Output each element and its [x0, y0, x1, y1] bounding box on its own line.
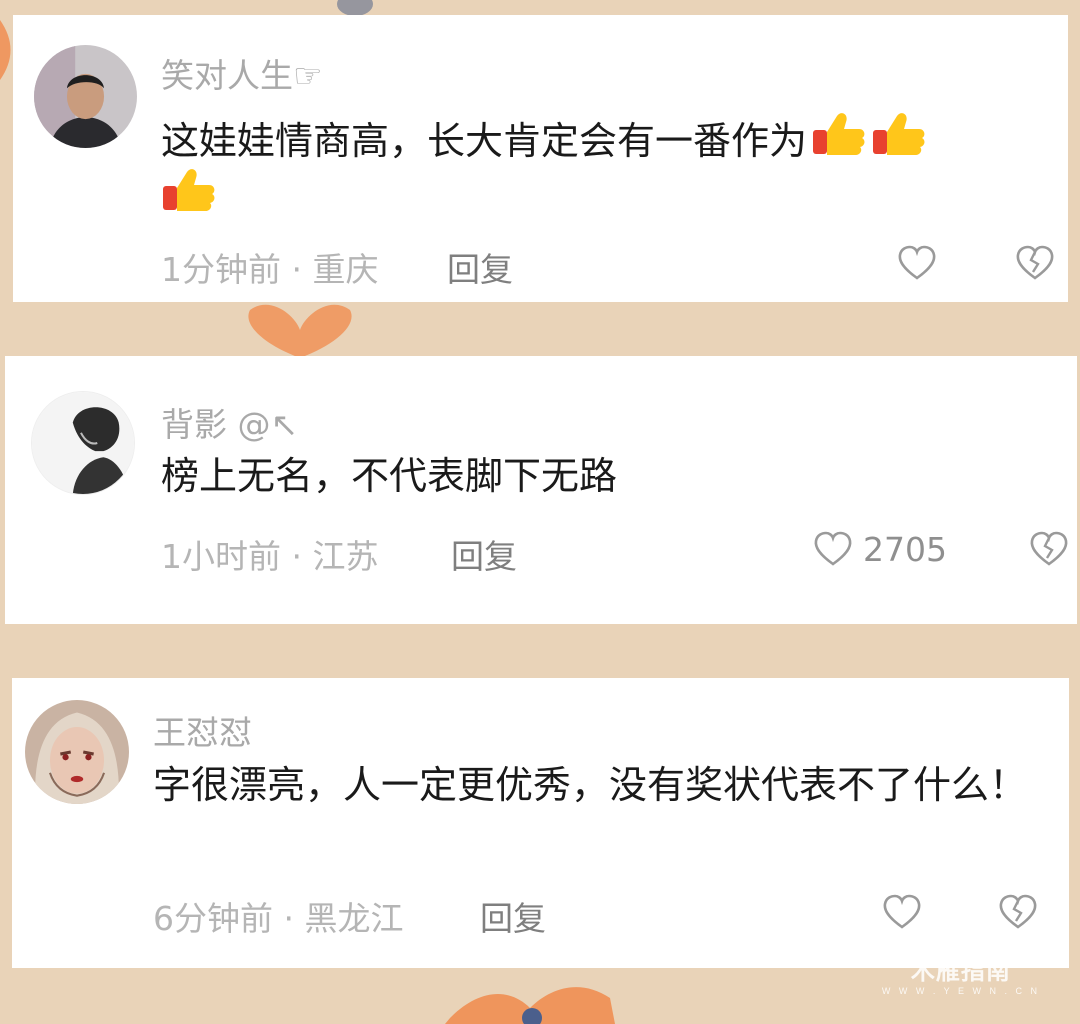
comment-text: 这娃娃情商高，长大肯定会有一番作为: [161, 110, 1041, 222]
timestamp: 1分钟前: [161, 250, 281, 289]
broken-heart-icon: [1030, 531, 1068, 566]
like-button[interactable]: [882, 894, 922, 930]
decor-heart-middle: [248, 304, 352, 358]
thumbs-up-emoji: [813, 113, 865, 155]
watermark-domain: W W W . Y E W N . C N: [881, 986, 1040, 996]
comment-meta: 1分钟前 · 重庆: [161, 243, 378, 291]
reply-button[interactable]: 回复: [451, 530, 517, 578]
reply-button[interactable]: 回复: [447, 243, 513, 291]
thumbs-up-emoji: [163, 169, 215, 211]
comment-meta: 1小时前 · 江苏: [161, 530, 378, 578]
meta-separator: ·: [273, 899, 305, 938]
comment-meta: 6分钟前 · 黑龙江: [153, 892, 403, 940]
comment-text: 榜上无名，不代表脚下无路: [161, 454, 618, 498]
watermark-brand: 木雁指南: [910, 958, 1011, 985]
heart-outline-icon: [814, 531, 852, 566]
reply-button[interactable]: 回复: [480, 892, 546, 940]
watermark-logo: 木雁指南 W W W . Y E W N . C N: [882, 951, 1040, 996]
like-count: 2705: [863, 530, 947, 569]
location: 重庆: [312, 250, 379, 289]
thumbs-up-emoji: [873, 113, 925, 155]
like-button[interactable]: [897, 245, 937, 281]
decor-leaf-left: [0, 20, 11, 80]
dislike-button[interactable]: [1029, 531, 1069, 567]
decor-flower-bottom: [445, 987, 615, 1024]
comment-body: 这娃娃情商高，长大肯定会有一番作为: [161, 119, 808, 163]
broken-heart-icon: [1016, 245, 1054, 280]
like-button[interactable]: [813, 531, 853, 567]
broken-heart-icon: [999, 894, 1037, 929]
avatar[interactable]: [25, 700, 129, 804]
comment-card: 背影 @↖ 榜上无名，不代表脚下无路 1小时前 · 江苏 回复 2705: [5, 356, 1077, 624]
username[interactable]: 王怼怼: [153, 706, 252, 754]
comment-card: 王怼怼 字很漂亮，人一定更优秀，没有奖状代表不了什么！ 6分钟前 · 黑龙江 回…: [12, 678, 1069, 968]
dislike-button[interactable]: [998, 894, 1038, 930]
timestamp: 1小时前: [161, 537, 281, 576]
avatar[interactable]: [31, 391, 135, 495]
meta-separator: ·: [281, 250, 313, 289]
timestamp: 6分钟前: [153, 899, 273, 938]
location: 江苏: [312, 537, 379, 576]
location: 黑龙江: [304, 899, 404, 938]
username[interactable]: 笑对人生☞: [161, 49, 323, 97]
heart-outline-icon: [898, 245, 936, 280]
username[interactable]: 背影 @↖: [161, 398, 298, 446]
comment-card: 笑对人生☞ 这娃娃情商高，长大肯定会有一番作为 1分钟前 · 重庆 回复: [13, 15, 1068, 302]
comment-text: 字很漂亮，人一定更优秀，没有奖状代表不了什么！: [153, 763, 1028, 807]
meta-separator: ·: [281, 537, 313, 576]
heart-outline-icon: [883, 894, 921, 929]
avatar[interactable]: [34, 45, 137, 148]
dislike-button[interactable]: [1015, 245, 1055, 281]
